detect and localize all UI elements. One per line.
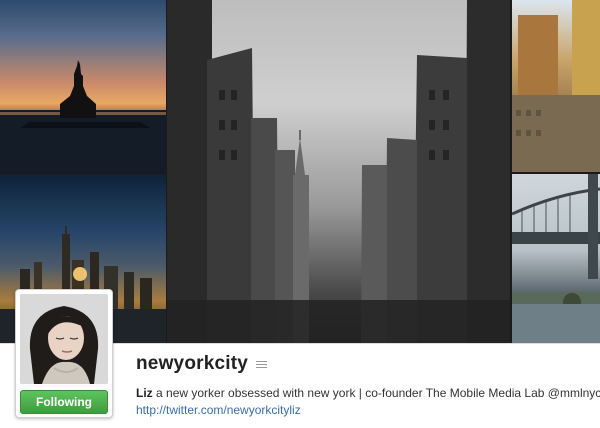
profile-bio-text: a new yorker obsessed with new york | co… <box>156 386 600 400</box>
photo-manhattan-bridge[interactable] <box>512 174 600 343</box>
profile-username: newyorkcity <box>136 353 249 374</box>
avatar[interactable] <box>20 294 108 384</box>
profile-avatar-card: Following <box>15 289 113 418</box>
menu-lines-icon[interactable] <box>256 360 268 369</box>
profile-full-name: Liz <box>136 386 153 400</box>
profile-bio: Liz a new yorker obsessed with new york … <box>136 386 600 400</box>
username-row: newyorkcity <box>136 353 268 375</box>
photo-bw-street-empire-state[interactable] <box>167 0 510 343</box>
photo-midtown-towers[interactable] <box>512 0 600 172</box>
profile-website-link[interactable]: http://twitter.com/newyorkcityliz <box>136 403 301 417</box>
following-button[interactable]: Following <box>20 390 108 414</box>
photo-statue-of-liberty-sunset[interactable] <box>0 0 166 172</box>
